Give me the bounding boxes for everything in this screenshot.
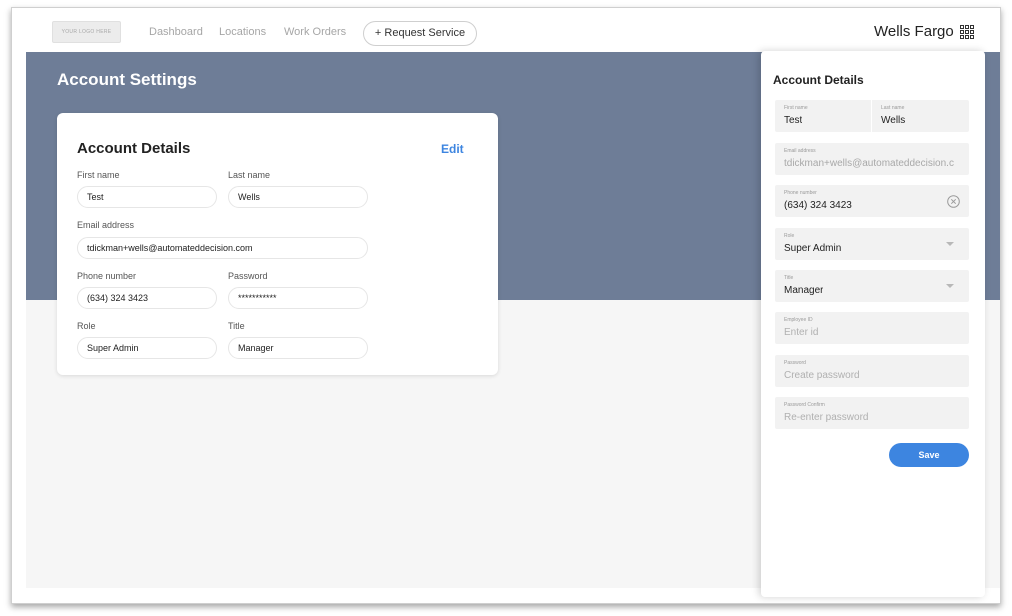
drawer-title-label: Title: [784, 275, 794, 281]
title-field[interactable]: Manager: [228, 337, 368, 359]
name-field-group: First name Test Last name Wells: [775, 100, 969, 132]
drawer-last-name-label: Last name: [881, 105, 905, 111]
drawer-password-label: Password: [784, 360, 806, 366]
page-title: Account Settings: [57, 70, 197, 89]
email-field[interactable]: tdickman+wells@automateddecision.com: [77, 237, 368, 259]
drawer-password-confirm-label: Password Confirm: [784, 402, 825, 408]
role-field[interactable]: Super Admin: [77, 337, 217, 359]
drawer-employee-id-label: Employee ID: [784, 317, 813, 323]
title-label: Title: [228, 321, 245, 331]
drawer-password-confirm-placeholder: Re-enter password: [784, 412, 869, 423]
nav-work-orders[interactable]: Work Orders: [284, 26, 346, 38]
grid-apps-icon[interactable]: [960, 25, 974, 39]
drawer-title: Account Details: [773, 73, 864, 87]
last-name-label: Last name: [228, 170, 271, 180]
edit-button[interactable]: Edit: [441, 142, 464, 156]
drawer-phone-value: (634) 324 3423: [784, 200, 852, 211]
nav-dashboard[interactable]: Dashboard: [149, 26, 203, 38]
account-details-drawer: Account Details First name Test Last nam…: [761, 51, 985, 597]
app-window: YOUR LOGO HERE Dashboard Locations Work …: [11, 7, 1001, 604]
top-nav-bar: YOUR LOGO HERE Dashboard Locations Work …: [12, 8, 1000, 52]
drawer-employee-id-placeholder: Enter id: [784, 327, 819, 338]
drawer-email-field[interactable]: Email address tdickman+wells@automatedde…: [775, 143, 969, 175]
password-label: Password: [228, 271, 268, 281]
drawer-first-name-field[interactable]: First name Test: [775, 100, 871, 132]
drawer-role-select[interactable]: Role Super Admin: [775, 228, 969, 260]
chevron-down-icon: [946, 242, 954, 246]
drawer-last-name-field[interactable]: Last name Wells: [872, 100, 969, 132]
drawer-role-value: Super Admin: [784, 243, 842, 254]
drawer-last-name-value: Wells: [881, 115, 906, 126]
last-name-field[interactable]: Wells: [228, 186, 368, 208]
drawer-password-confirm-field[interactable]: Password Confirm Re-enter password: [775, 397, 969, 429]
request-service-button[interactable]: + Request Service: [363, 21, 477, 46]
role-label: Role: [77, 321, 96, 331]
drawer-first-name-value: Test: [784, 115, 803, 126]
phone-label: Phone number: [77, 271, 137, 281]
save-button[interactable]: Save: [889, 443, 969, 467]
nav-locations[interactable]: Locations: [219, 26, 266, 38]
drawer-email-label: Email address: [784, 148, 816, 154]
drawer-password-placeholder: Create password: [784, 370, 860, 381]
drawer-employee-id-field[interactable]: Employee ID Enter id: [775, 312, 969, 344]
first-name-field[interactable]: Test: [77, 186, 217, 208]
company-logo: YOUR LOGO HERE: [52, 21, 121, 43]
account-details-card: Account Details Edit First name Test Las…: [57, 113, 498, 375]
drawer-email-value: tdickman+wells@automateddecision.c: [784, 158, 954, 169]
drawer-phone-label: Phone number: [784, 190, 817, 196]
email-label: Email address: [77, 220, 135, 230]
drawer-title-value: Manager: [784, 285, 824, 296]
company-name: Wells Fargo: [874, 23, 954, 40]
first-name-label: First name: [77, 170, 120, 180]
password-field[interactable]: ***********: [228, 287, 368, 309]
chevron-down-icon: [946, 284, 954, 288]
drawer-title-select[interactable]: Title Manager: [775, 270, 969, 302]
drawer-role-label: Role: [784, 233, 795, 239]
drawer-phone-field[interactable]: Phone number (634) 324 3423: [775, 185, 969, 217]
phone-field[interactable]: (634) 324 3423: [77, 287, 217, 309]
drawer-first-name-label: First name: [784, 105, 808, 111]
drawer-password-field[interactable]: Password Create password: [775, 355, 969, 387]
card-title: Account Details: [77, 140, 191, 157]
clear-circle-icon[interactable]: [947, 195, 960, 208]
